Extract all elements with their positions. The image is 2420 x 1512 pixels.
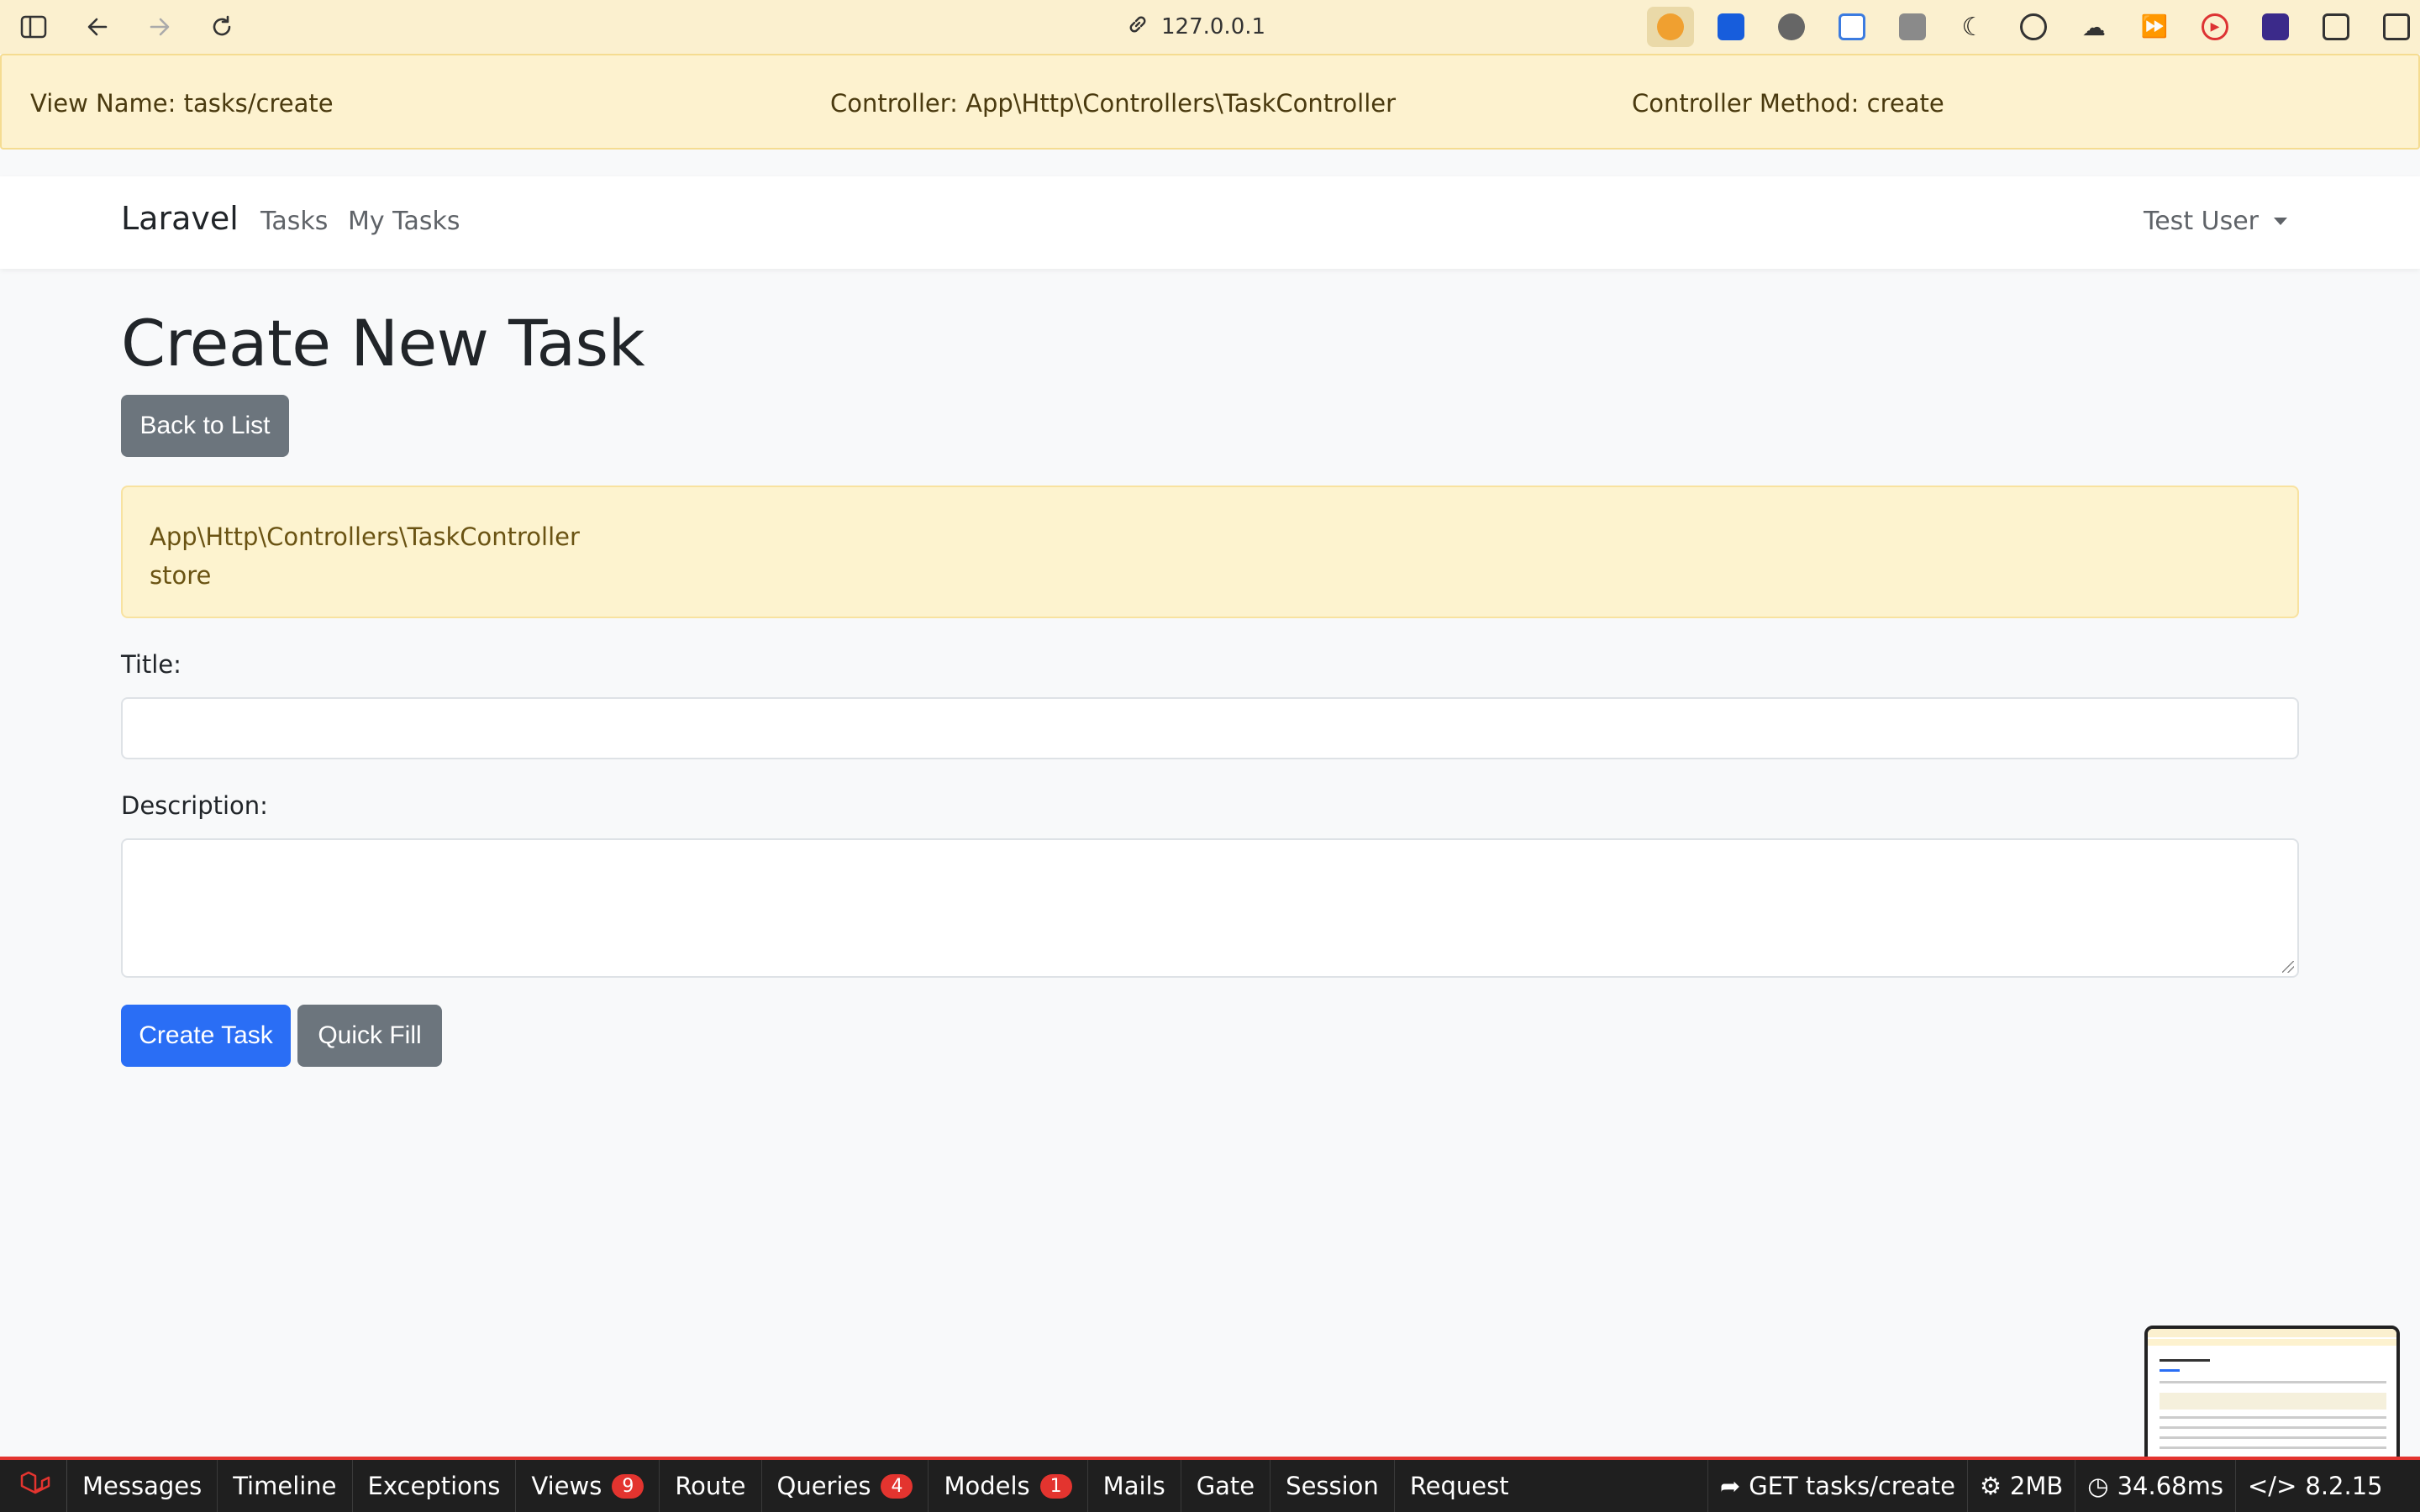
timer-icon[interactable] [1647,7,1694,47]
count-badge: 9 [612,1473,644,1499]
debug-tab-label: Gate [1196,1472,1255,1500]
debug-tab-label: Mails [1102,1472,1165,1500]
nav-link-tasks[interactable]: Tasks [260,207,328,236]
thumbnail-row [2160,1416,2386,1419]
controller-info: Controller: App\Http\Controllers\TaskCon… [830,89,1397,118]
description-label: Description: [121,791,268,820]
back-icon[interactable] [81,10,114,44]
laravel-debugbar: Messages Timeline Exceptions Views 9 Rout… [0,1457,2420,1512]
thumbnail-row [2160,1436,2386,1439]
forward-icon[interactable] [143,10,176,44]
alert-method-text: store [150,561,212,590]
avatar-icon[interactable] [1768,7,1815,47]
php-version-stat[interactable]: </> 8.2.15 [2235,1460,2420,1512]
code-icon: </> [2248,1472,2297,1500]
title-label: Title: [121,650,182,679]
debug-tab-gate[interactable]: Gate [1181,1460,1271,1512]
memory-text: 2MB [2009,1472,2064,1500]
copy-icon[interactable] [1889,7,1936,47]
navbar: Laravel Tasks My Tasks Test User [0,176,2420,269]
debug-tab-label: Exceptions [367,1472,501,1500]
view-name-info: View Name: tasks/create [30,89,334,118]
reload-icon[interactable] [205,10,239,44]
debug-tab-label: Messages [82,1472,203,1500]
extensions-row: ☾ ☁ ⏩ ▶ [1634,7,2420,47]
debug-tab-views[interactable]: Views 9 [516,1460,660,1512]
debug-tab-route[interactable]: Route [660,1460,762,1512]
debug-tab-timeline[interactable]: Timeline [218,1460,353,1512]
debug-tab-label: Queries [776,1472,871,1500]
debug-tab-label: Timeline [233,1472,337,1500]
url-text: 127.0.0.1 [1161,14,1266,39]
title-input[interactable] [121,697,2299,759]
debug-tab-label: Route [675,1472,746,1500]
create-task-button[interactable]: Create Task [121,1005,291,1067]
calendar-icon[interactable] [1828,7,1876,47]
route-stat[interactable]: ➦ GET tasks/create [1707,1460,1967,1512]
nav-link-my-tasks[interactable]: My Tasks [348,207,460,236]
brand-link[interactable]: Laravel [121,200,239,237]
debug-tab-exceptions[interactable]: Exceptions [353,1460,517,1512]
quick-fill-button[interactable]: Quick Fill [297,1005,442,1067]
sidebar-toggle-icon[interactable] [17,10,50,44]
chevron-down-icon [2274,218,2287,225]
gears-icon: ⚙ [1979,1472,2002,1500]
laravel-logo-icon[interactable] [0,1460,67,1512]
thumbnail-row [2160,1393,2386,1410]
description-textarea[interactable] [121,838,2299,978]
thumbnail-row [2160,1426,2386,1429]
debug-tab-label: Session [1286,1472,1379,1500]
settings-icon[interactable] [2312,7,2360,47]
bitwarden-icon[interactable] [1707,7,1754,47]
route-text: GET tasks/create [1749,1472,1955,1500]
debug-tab-label: Views [531,1472,602,1500]
debug-tab-label: Request [1409,1472,1509,1500]
user-name: Test User [2144,207,2259,236]
play-icon[interactable]: ▶ [2191,7,2238,47]
debug-tab-session[interactable]: Session [1270,1460,1395,1512]
graduation-cap-icon[interactable] [2252,7,2299,47]
debug-tab-models[interactable]: Models 1 [929,1460,1088,1512]
thumbnail-row [2160,1381,2386,1383]
address-bar[interactable]: 127.0.0.1 [1126,10,1265,44]
controller-method-info: Controller Method: create [1632,89,1944,118]
route-info-alert: App\Http\Controllers\TaskController stor… [121,486,2299,618]
php-version-text: 8.2.15 [2305,1472,2383,1500]
thumbnail-toolbar [2148,1329,2396,1337]
time-text: 34.68ms [2117,1472,2223,1500]
debug-tab-messages[interactable]: Messages [67,1460,218,1512]
back-to-list-button[interactable]: Back to List [121,395,289,457]
share-icon: ➦ [1719,1472,1741,1500]
thumbnail-devbar [2148,1339,2396,1346]
time-stat[interactable]: ◷ 34.68ms [2075,1460,2235,1512]
dev-info-bar: View Name: tasks/create Controller: App\… [0,54,2420,150]
thumbnail-title [2160,1359,2210,1362]
debug-tab-request[interactable]: Request [1395,1460,1524,1512]
moon-icon[interactable]: ☾ [1949,7,1996,47]
braces-icon[interactable] [2010,7,2057,47]
debug-tab-queries[interactable]: Queries 4 [762,1460,929,1512]
browser-toolbar: 127.0.0.1 ☾ ☁ ⏩ ▶ [0,0,2420,54]
sidebar-icon[interactable] [2373,7,2420,47]
debug-tab-mails[interactable]: Mails [1088,1460,1181,1512]
count-badge: 4 [881,1473,913,1499]
count-badge: 1 [1039,1473,1072,1499]
fast-forward-icon[interactable]: ⏩ [2131,7,2178,47]
debugbar-stats: ➦ GET tasks/create ⚙ 2MB ◷ 34.68ms </> 8… [1707,1460,2420,1512]
user-dropdown[interactable]: Test User [2144,207,2287,236]
resize-handle-icon[interactable] [2282,961,2294,973]
thumbnail-row [2160,1446,2386,1449]
alert-controller-text: App\Http\Controllers\TaskController [150,522,580,551]
debug-tab-label: Models [944,1472,1030,1500]
memory-stat[interactable]: ⚙ 2MB [1966,1460,2075,1512]
link-icon [1126,13,1150,42]
cloud-icon[interactable]: ☁ [2070,7,2118,47]
clock-icon: ◷ [2087,1472,2109,1500]
page-title: Create New Task [121,306,645,381]
thumbnail-button [2160,1369,2180,1372]
